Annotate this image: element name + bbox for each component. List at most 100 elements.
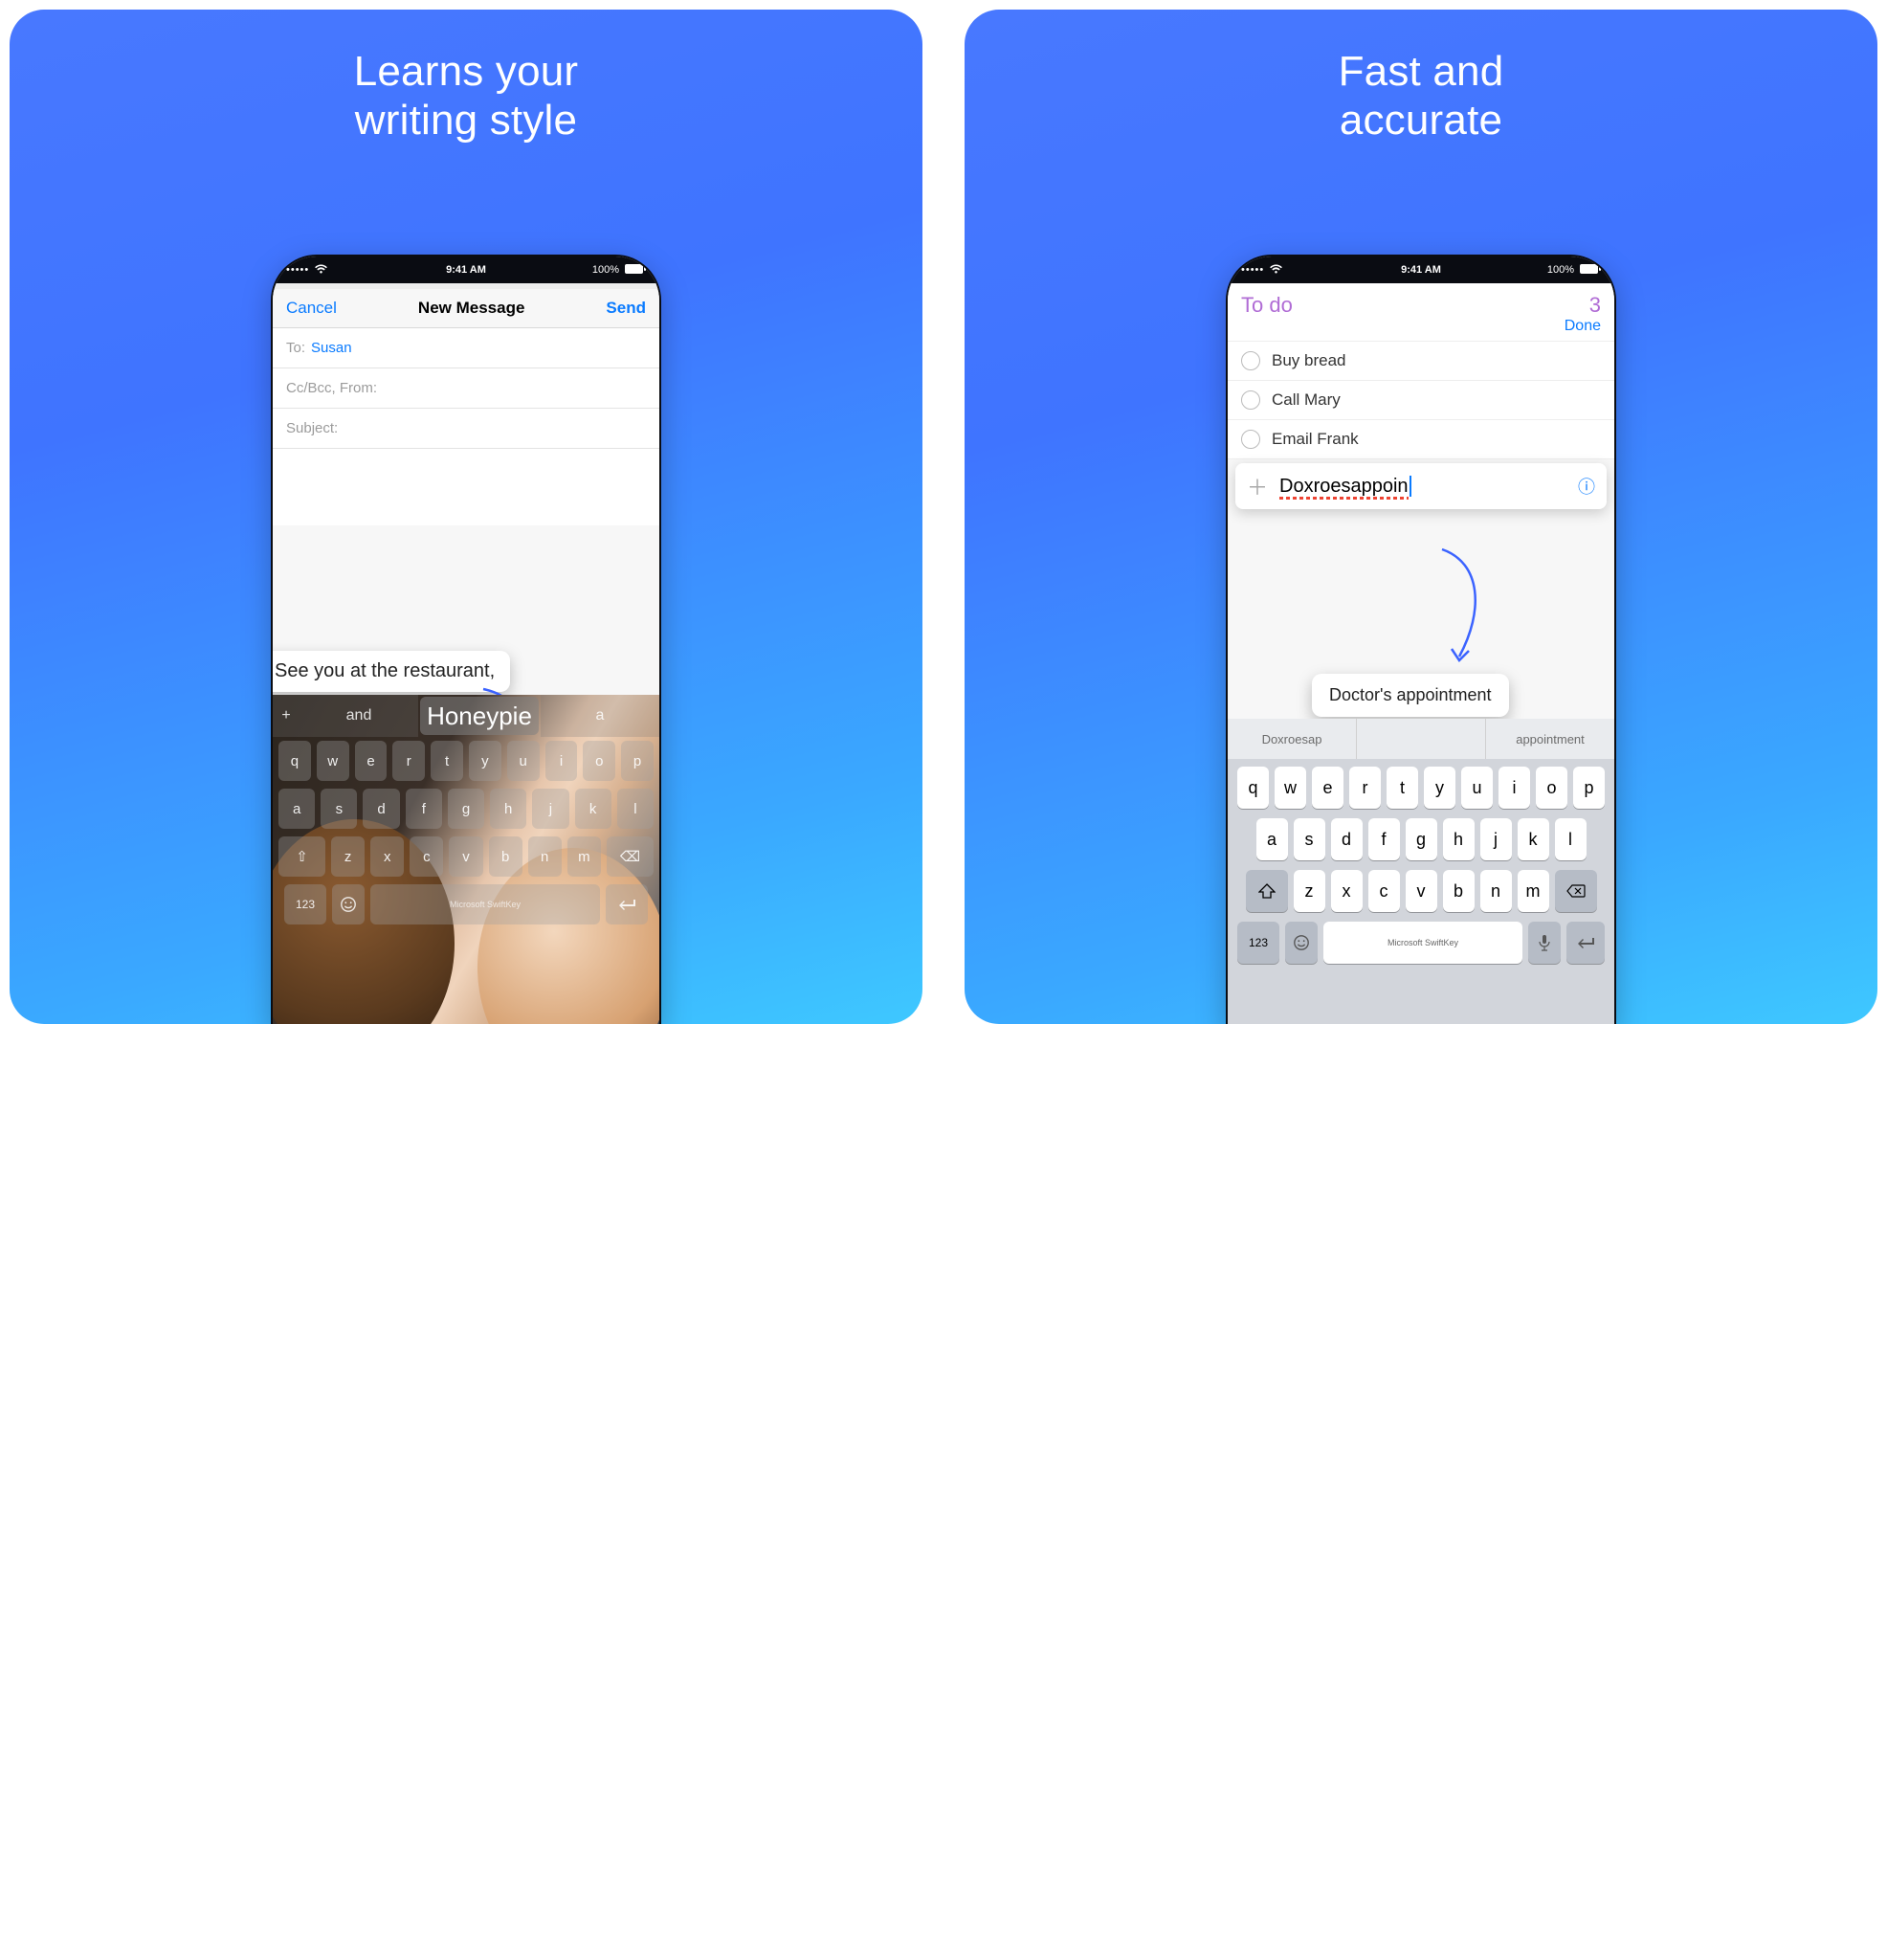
emoji-key[interactable] (1285, 922, 1318, 964)
key-w[interactable]: w (1275, 767, 1306, 809)
key-z[interactable]: z (1294, 870, 1325, 912)
cancel-button[interactable]: Cancel (286, 299, 337, 318)
emoji-key[interactable] (332, 884, 365, 924)
promo-card-right: Fast and accurate ••••• 9:41 AM 100% To … (965, 10, 1877, 1024)
key-f[interactable]: f (406, 789, 442, 829)
key-b[interactable]: b (1443, 870, 1475, 912)
key-k[interactable]: k (575, 789, 611, 829)
key-t[interactable]: t (431, 741, 463, 781)
key-p[interactable]: p (1573, 767, 1605, 809)
todo-new-input[interactable]: ＋ Doxroesappoin ⓘ (1235, 463, 1607, 509)
suggestion-mid[interactable] (1357, 719, 1486, 759)
key-z[interactable]: z (331, 836, 365, 877)
key-row-3: zxcvbnm (1232, 870, 1610, 912)
key-m[interactable]: m (567, 836, 601, 877)
mic-key[interactable] (1528, 922, 1561, 964)
info-icon[interactable]: ⓘ (1578, 474, 1595, 499)
checkbox-icon[interactable] (1241, 390, 1260, 410)
battery-pct: 100% (1547, 264, 1574, 276)
key-d[interactable]: d (1331, 818, 1363, 860)
key-u[interactable]: u (507, 741, 540, 781)
suggestion-right[interactable]: appointment (1486, 719, 1614, 759)
text-caret (1410, 476, 1411, 497)
key-l[interactable]: l (1555, 818, 1587, 860)
key-p[interactable]: p (621, 741, 654, 781)
return-key[interactable] (606, 884, 648, 924)
key-o[interactable]: o (583, 741, 615, 781)
key-n[interactable]: n (1480, 870, 1512, 912)
key-n[interactable]: n (528, 836, 562, 877)
checkbox-icon[interactable] (1241, 430, 1260, 449)
key-h[interactable]: h (1443, 818, 1475, 860)
return-key[interactable] (1566, 922, 1605, 964)
wifi-icon (315, 264, 327, 277)
key-u[interactable]: u (1461, 767, 1493, 809)
key-h[interactable]: h (490, 789, 526, 829)
return-icon (1576, 936, 1595, 949)
key-y[interactable]: y (1424, 767, 1455, 809)
to-value: Susan (311, 340, 352, 356)
promo-title-right: Fast and accurate (965, 10, 1877, 173)
send-button[interactable]: Send (606, 299, 646, 318)
mail-body[interactable] (273, 449, 659, 525)
mail-subject-row[interactable]: Subject: (273, 409, 659, 449)
backspace-icon (1566, 884, 1586, 898)
key-c[interactable]: c (410, 836, 443, 877)
suggestion-bar: Doxroesap appointment (1228, 719, 1614, 759)
key-q[interactable]: q (278, 741, 311, 781)
numbers-key[interactable]: 123 (284, 884, 326, 924)
key-i[interactable]: i (545, 741, 578, 781)
checkbox-icon[interactable] (1241, 351, 1260, 370)
backspace-key[interactable] (1555, 870, 1597, 912)
key-g[interactable]: g (1406, 818, 1437, 860)
key-k[interactable]: k (1518, 818, 1549, 860)
key-b[interactable]: b (489, 836, 522, 877)
promo-title-left: Learns your writing style (10, 10, 922, 173)
spacebar-key[interactable]: Microsoft SwiftKey (370, 884, 600, 924)
mail-cc-row[interactable]: Cc/Bcc, From: (273, 368, 659, 409)
key-l[interactable]: l (617, 789, 654, 829)
suggestion-left[interactable]: Doxroesap (1228, 719, 1357, 759)
key-a[interactable]: a (1256, 818, 1288, 860)
key-y[interactable]: y (469, 741, 501, 781)
numbers-key[interactable]: 123 (1237, 922, 1279, 964)
todo-text: Buy bread (1272, 351, 1346, 370)
key-o[interactable]: o (1536, 767, 1567, 809)
key-t[interactable]: t (1387, 767, 1418, 809)
key-j[interactable]: j (1480, 818, 1512, 860)
done-button[interactable]: Done (1565, 318, 1601, 334)
key-s[interactable]: s (1294, 818, 1325, 860)
key-w[interactable]: w (317, 741, 349, 781)
key-q[interactable]: q (1237, 767, 1269, 809)
bubble-text: See you at the restaurant, (275, 660, 495, 681)
backspace-key[interactable]: ⌫ (607, 836, 654, 877)
key-x[interactable]: x (370, 836, 404, 877)
key-j[interactable]: j (532, 789, 568, 829)
key-f[interactable]: f (1368, 818, 1400, 860)
todo-title: To do (1241, 293, 1293, 318)
todo-item[interactable]: Call Mary (1228, 381, 1614, 420)
key-a[interactable]: a (278, 789, 315, 829)
key-r[interactable]: r (1349, 767, 1381, 809)
spacebar-key[interactable]: Microsoft SwiftKey (1323, 922, 1522, 964)
key-c[interactable]: c (1368, 870, 1400, 912)
key-v[interactable]: v (1406, 870, 1437, 912)
key-d[interactable]: d (363, 789, 399, 829)
todo-item[interactable]: Buy bread (1228, 342, 1614, 381)
key-e[interactable]: e (1312, 767, 1343, 809)
todo-list: Buy bread Call Mary Email Frank (1228, 342, 1614, 459)
key-x[interactable]: x (1331, 870, 1363, 912)
mail-to-row[interactable]: To: Susan (273, 328, 659, 368)
shift-key[interactable] (1246, 870, 1288, 912)
key-s[interactable]: s (321, 789, 357, 829)
battery-pct: 100% (592, 264, 619, 276)
key-row-2: asdfghjkl (1232, 818, 1610, 860)
shift-key[interactable]: ⇧ (278, 836, 325, 877)
key-e[interactable]: e (355, 741, 388, 781)
todo-item[interactable]: Email Frank (1228, 420, 1614, 459)
key-m[interactable]: m (1518, 870, 1549, 912)
key-g[interactable]: g (448, 789, 484, 829)
key-v[interactable]: v (449, 836, 482, 877)
key-i[interactable]: i (1498, 767, 1530, 809)
key-r[interactable]: r (392, 741, 425, 781)
